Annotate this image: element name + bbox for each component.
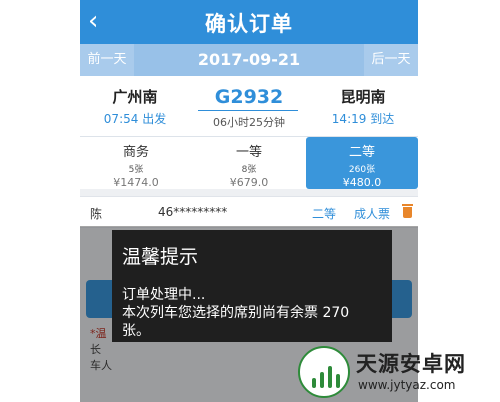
seat-class-label: 商务: [122, 145, 149, 160]
right-margin: [418, 0, 500, 402]
date-bar: 前一天 2017-09-21 后一天: [80, 44, 418, 76]
seat-class-selector: 商务 5张 ¥1474.0 一等 8张 ¥679.0 二等 260张 ¥480.…: [80, 136, 418, 189]
passenger-name: 陈: [90, 207, 103, 221]
seat-count: 8张: [241, 165, 257, 175]
seat-count: 260张: [348, 165, 376, 175]
seat-class-label: 二等: [348, 145, 375, 160]
departure-time: 07:54 出发: [103, 112, 167, 126]
arrival-time: 14:19 到达: [331, 112, 395, 126]
android-logo-icon: [298, 346, 350, 398]
passenger-seat-class[interactable]: 二等: [312, 205, 336, 222]
watermark-url: www.jytyaz.com: [358, 378, 456, 392]
seat-price: ¥480.0: [342, 176, 382, 189]
train-info-card: 广州南 07:54 出发 G2932 06小时25分钟 昆明南 14:19 到达: [80, 76, 418, 136]
dialog-title: 温馨提示: [122, 246, 199, 268]
seat-option-first[interactable]: 一等 8张 ¥679.0: [193, 137, 305, 189]
site-watermark: 天源安卓网 www.jytyaz.com: [298, 346, 496, 398]
seat-price: ¥679.0: [229, 176, 269, 189]
seat-option-business[interactable]: 商务 5张 ¥1474.0: [80, 137, 192, 189]
arrival-station: 昆明南 14:19 到达: [318, 86, 408, 127]
seat-class-label: 一等: [235, 145, 262, 160]
passenger-ticket-type[interactable]: 成人票: [354, 205, 390, 222]
seat-price: ¥1474.0: [113, 176, 159, 189]
train-number: G2932: [214, 86, 284, 108]
prev-day-button[interactable]: 前一天: [80, 44, 134, 76]
passenger-id: 46*********: [158, 205, 228, 219]
seat-option-second[interactable]: 二等 260张 ¥480.0: [306, 137, 418, 189]
trip-duration: 06小时25分钟: [213, 116, 285, 129]
arrival-station-name: 昆明南: [340, 88, 386, 106]
watermark-title: 天源安卓网: [356, 352, 466, 376]
next-day-button[interactable]: 后一天: [364, 44, 418, 76]
trash-icon[interactable]: [402, 204, 413, 218]
travel-date[interactable]: 2017-09-21: [134, 44, 364, 76]
notice-dialog: 温馨提示 订单处理中... 本次列车您选择的席别尚有余票 270 张。: [112, 230, 392, 342]
seat-count: 5张: [128, 165, 144, 175]
left-margin: [0, 0, 80, 402]
title-bar: ‹ 确认订单: [80, 0, 418, 44]
page-title: 确认订单: [205, 12, 293, 36]
departure-station: 广州南 07:54 出发: [90, 86, 180, 127]
dialog-message: 订单处理中... 本次列车您选择的席别尚有余票 270 张。: [122, 287, 350, 339]
passenger-row[interactable]: 陈 46********* 二等 成人票: [80, 196, 418, 228]
route-arrow-line: [198, 110, 298, 111]
departure-station-name: 广州南: [112, 88, 158, 106]
